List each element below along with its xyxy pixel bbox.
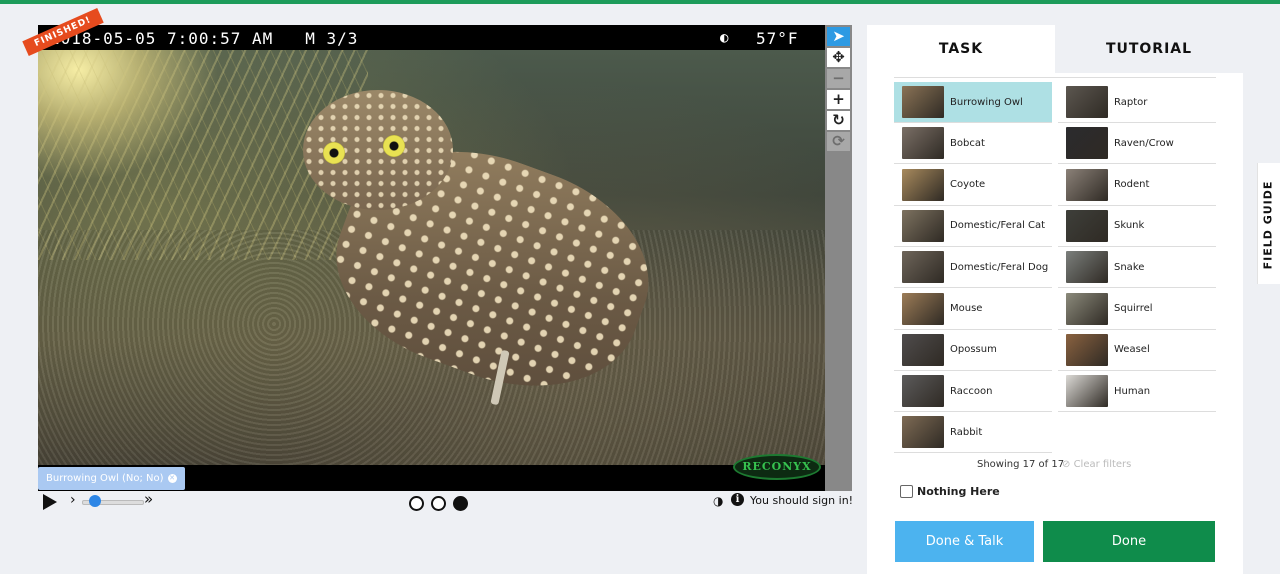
species-thumbnail	[902, 86, 944, 118]
camera-brand-logo: RECONYX	[733, 454, 821, 480]
frame-dot-1[interactable]	[409, 496, 424, 511]
species-choice-label: Skunk	[1114, 220, 1145, 232]
zoom-in-button[interactable]: +	[827, 90, 850, 109]
species-choice[interactable]: Squirrel	[1058, 289, 1216, 330]
species-choice-label: Weasel	[1114, 344, 1150, 356]
species-choice[interactable]: Domestic/Feral Dog	[894, 247, 1052, 289]
sign-in-notice[interactable]: You should sign in!	[750, 494, 853, 507]
species-thumbnail	[1066, 127, 1108, 160]
contrast-icon[interactable]: ◑	[713, 494, 723, 508]
play-icon[interactable]	[43, 494, 57, 510]
species-choice[interactable]: Snake	[1058, 247, 1216, 289]
species-thumbnail	[1066, 209, 1108, 242]
species-thumbnail	[1066, 375, 1108, 408]
species-choice[interactable]: Domestic/Feral Cat	[894, 206, 1052, 247]
field-guide-label[interactable]: FIELD GUIDE	[1262, 181, 1275, 270]
species-choice-label: Opossum	[950, 344, 997, 356]
species-thumbnail	[902, 333, 944, 366]
species-choice[interactable]: Rabbit	[894, 412, 1052, 454]
species-thumbnail	[1066, 86, 1108, 118]
annotation-label-text: Burrowing Owl (No; No)	[46, 473, 164, 484]
species-thumbnail	[902, 168, 944, 201]
species-choice-label: Raptor	[1114, 96, 1148, 108]
pointer-tool-button[interactable]: ➤	[827, 27, 850, 46]
species-thumbnail	[902, 375, 944, 408]
clear-filters-button[interactable]: ⊘ Clear filters	[1062, 459, 1131, 470]
species-thumbnail	[1066, 251, 1108, 284]
clear-filters-label: Clear filters	[1073, 459, 1132, 470]
species-choice[interactable]: Burrowing Owl	[894, 82, 1052, 123]
nothing-here-checkbox[interactable]	[900, 485, 913, 498]
clear-icon: ⊘	[1062, 459, 1074, 470]
species-thumbnail	[1066, 333, 1108, 366]
camera-timestamp: 2018-05-05 7:00:57 AM M 3/3	[50, 29, 359, 48]
species-choice-label: Squirrel	[1114, 303, 1153, 314]
zoom-in-icon: +	[832, 90, 845, 108]
done-button[interactable]: Done	[1043, 521, 1215, 562]
species-choice-label: Burrowing Owl	[950, 96, 1023, 108]
slow-speed-icon: ›	[70, 492, 76, 508]
species-thumbnail	[902, 127, 944, 160]
moon-phase-icon: ◐	[720, 30, 730, 46]
species-thumbnail	[1066, 292, 1108, 325]
subject-image[interactable]	[38, 50, 825, 465]
move-tool-button[interactable]: ✥	[827, 48, 850, 67]
fast-speed-icon: »	[144, 490, 154, 508]
species-choice[interactable]: Raven/Crow	[1058, 123, 1216, 165]
species-choice-grid: Burrowing Owl Raptor Bobcat Raven/Crow Coyot…	[894, 77, 1216, 454]
tab-tutorial[interactable]: TUTORIAL	[1055, 25, 1243, 73]
reset-icon: ⟳	[832, 132, 845, 150]
species-choice[interactable]: Raptor	[1058, 82, 1216, 123]
tab-task[interactable]: TASK	[867, 25, 1055, 73]
species-choice-label: Bobcat	[950, 137, 985, 149]
camera-temperature: 57°F	[756, 29, 799, 48]
species-choice[interactable]: Weasel	[1058, 330, 1216, 371]
owl-eye-left	[323, 142, 345, 164]
species-thumbnail	[1066, 168, 1108, 201]
subject-viewer[interactable]: 2018-05-05 7:00:57 AM M 3/3 ◐ 57°F RECON…	[38, 25, 852, 491]
reset-view-button[interactable]: ⟳	[827, 132, 850, 151]
info-icon[interactable]: i	[731, 493, 744, 506]
species-choice[interactable]: Rodent	[1058, 165, 1216, 206]
frame-dot-2[interactable]	[431, 496, 446, 511]
species-choice-label: Rodent	[1114, 179, 1150, 191]
species-choice-label: Raven/Crow	[1114, 137, 1174, 149]
zoom-out-icon: −	[832, 69, 845, 87]
species-choice-label: Mouse	[950, 303, 983, 314]
nothing-here-label[interactable]: Nothing Here	[917, 485, 1000, 498]
frame-dot-3[interactable]	[453, 496, 468, 511]
owl-eye-right	[383, 135, 405, 157]
annotation-label[interactable]: Burrowing Owl (No; No) ✕	[38, 467, 185, 490]
species-thumbnail	[902, 292, 944, 325]
done-and-talk-button[interactable]: Done & Talk	[895, 521, 1034, 562]
species-choice-label: Coyote	[950, 179, 986, 191]
species-choice[interactable]: Coyote	[894, 165, 1052, 206]
species-choice-label: Raccoon	[950, 385, 993, 397]
playback-speed-thumb[interactable]	[89, 495, 101, 507]
species-choice[interactable]: Human	[1058, 371, 1216, 413]
rotate-icon: ↻	[832, 111, 845, 129]
species-thumbnail	[902, 251, 944, 284]
filter-count: Showing 17 of 17	[977, 459, 1065, 470]
camera-stamp-bar: 2018-05-05 7:00:57 AM M 3/3 ◐ 57°F	[38, 25, 825, 50]
rotate-button[interactable]: ↻	[827, 111, 850, 130]
species-choice-label: Domestic/Feral Cat	[950, 220, 1046, 232]
species-choice[interactable]: Bobcat	[894, 123, 1052, 165]
species-choice-label: Snake	[1114, 261, 1145, 273]
top-accent-bar	[0, 0, 1280, 4]
species-choice[interactable]: Skunk	[1058, 206, 1216, 247]
move-icon: ✥	[832, 48, 845, 66]
task-panel: TASK TUTORIAL Burrowing Owl Raptor Bobcat R…	[867, 25, 1243, 574]
species-thumbnail	[902, 209, 944, 242]
species-choice-label: Human	[1114, 385, 1151, 397]
species-choice[interactable]: Opossum	[894, 330, 1052, 371]
close-icon[interactable]: ✕	[167, 473, 177, 483]
species-choice-label: Domestic/Feral Dog	[950, 261, 1049, 273]
pointer-icon: ➤	[832, 27, 845, 45]
species-choice-label: Rabbit	[950, 426, 983, 438]
zoom-out-button[interactable]: −	[827, 69, 850, 88]
species-choice[interactable]: Mouse	[894, 289, 1052, 330]
species-choice[interactable]: Raccoon	[894, 371, 1052, 413]
species-thumbnail	[902, 416, 944, 449]
